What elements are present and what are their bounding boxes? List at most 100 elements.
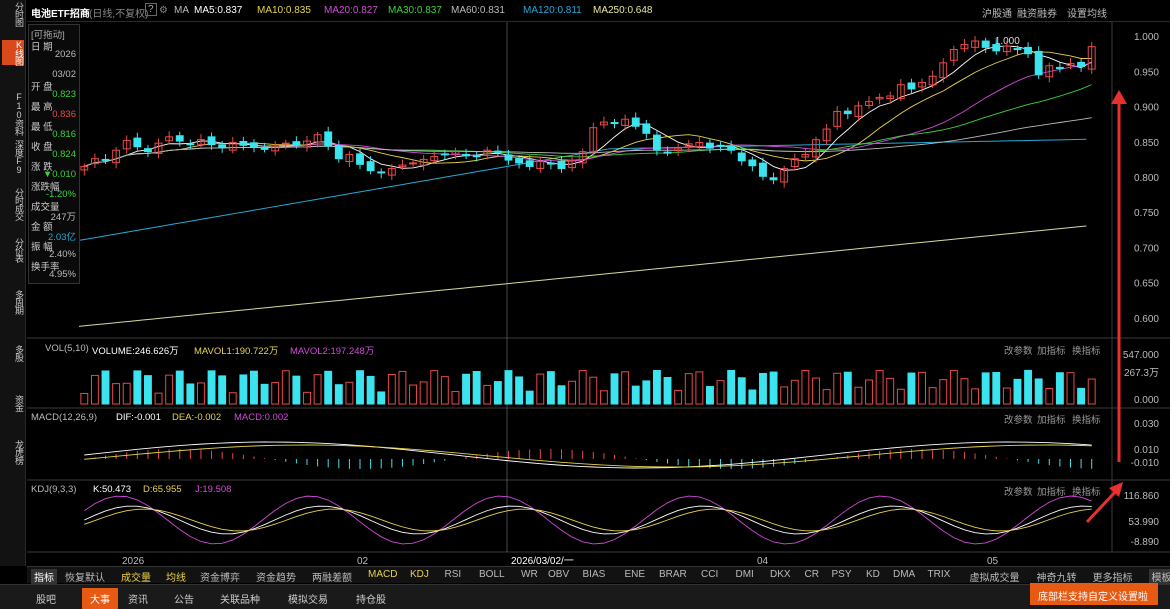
indicator-tab[interactable]: BOLL — [479, 569, 505, 580]
candle — [377, 171, 386, 174]
footer-tab[interactable]: 模拟交易 — [288, 591, 328, 606]
nav-item-5[interactable]: 分价表 — [2, 238, 24, 262]
volume-bar — [1087, 378, 1096, 405]
volume-bar — [165, 374, 174, 405]
volume-bar — [759, 372, 767, 405]
volume-bar — [674, 389, 683, 405]
edit-params-button[interactable]: 改参数 — [1004, 343, 1033, 357]
nav-item-6[interactable]: 多周期 — [2, 290, 24, 314]
vol-value: VOLUME:246.626万 — [92, 346, 179, 357]
indicator-tab[interactable]: DKX — [770, 569, 791, 580]
j-value: J:19.508 — [195, 484, 232, 495]
volume-bar — [387, 373, 396, 405]
indicator-tab[interactable]: PSY — [832, 569, 852, 580]
nav-item-0[interactable]: 分时图 — [2, 2, 24, 26]
nav-item-8[interactable]: 资金 — [2, 395, 24, 411]
candle — [143, 148, 152, 153]
info-label: 日 期 — [31, 42, 53, 53]
footer-tab[interactable]: 公告 — [174, 591, 194, 606]
volume-bar — [207, 370, 216, 405]
volume-bar — [197, 382, 205, 405]
add-indicator-button[interactable]: 加指标 — [1037, 484, 1066, 498]
indicator-tab[interactable]: BRAR — [659, 569, 687, 580]
indicator-tab[interactable]: KD — [866, 569, 880, 580]
ma20-line — [84, 62, 1092, 167]
edit-params-button[interactable]: 改参数 — [1004, 484, 1033, 498]
footer-tab[interactable]: 关联品种 — [220, 591, 260, 606]
indicator-tab[interactable]: 虚拟成交量 — [970, 569, 1020, 584]
indicator-tab[interactable]: CCI — [701, 569, 718, 580]
indicator-tab[interactable]: 更多指标 — [1093, 569, 1133, 584]
indicator-tab[interactable]: 指标 — [31, 569, 57, 584]
nav-item-9[interactable]: 龙虎榜 — [2, 440, 24, 464]
indicator-tab[interactable]: 均线 — [166, 569, 186, 584]
indicator-tab[interactable]: 恢复默认 — [65, 569, 105, 584]
indicator-tab[interactable]: 资金博弈 — [200, 569, 240, 584]
nav-item-2[interactable]: F10资料 — [2, 92, 24, 135]
volume-bar — [812, 377, 820, 405]
indicator-tab[interactable]: RSI — [445, 569, 462, 580]
candle — [546, 162, 555, 165]
candle — [642, 123, 651, 134]
indicator-tab[interactable]: DMA — [893, 569, 915, 580]
footer-bar: 股吧 大事 资讯 公告 关联品种 模拟交易 持仓股 — [0, 584, 1170, 609]
volume-bar — [366, 375, 375, 405]
info-value: 247万 — [50, 212, 76, 223]
footer-tab[interactable]: 资讯 — [128, 591, 148, 606]
volume-bar — [377, 391, 386, 405]
indicator-tab[interactable]: TRIX — [928, 569, 951, 580]
nav-item-7[interactable]: 多股 — [2, 345, 24, 361]
indicator-tab[interactable]: CR — [805, 569, 819, 580]
indicator-tab[interactable]: 资金趋势 — [256, 569, 296, 584]
volume-bar — [652, 370, 661, 405]
volume-bar — [472, 371, 481, 405]
edit-params-button[interactable]: 改参数 — [1004, 412, 1033, 426]
candle — [239, 140, 248, 146]
volume-bar — [1034, 378, 1043, 405]
indicator-tab[interactable]: 两融差额 — [312, 569, 352, 584]
switch-indicator-button[interactable]: 换指标 — [1072, 343, 1101, 357]
kdj-tick: 53.990 — [1128, 517, 1159, 528]
nav-item-4[interactable]: 分时成交 — [2, 188, 24, 220]
indicator-tab[interactable]: KDJ — [410, 569, 429, 580]
indicator-tab[interactable]: MACD — [368, 569, 397, 580]
candle — [366, 161, 375, 172]
nav-item-1[interactable]: K线图 — [2, 40, 24, 65]
volume-bar — [748, 389, 757, 405]
indicator-tab[interactable]: ENE — [625, 569, 646, 580]
candle — [472, 155, 481, 158]
custom-footer-toast[interactable]: 底部栏支持自定义设置啦 — [1030, 583, 1158, 605]
add-indicator-button[interactable]: 加指标 — [1037, 412, 1066, 426]
indicator-tab[interactable]: DMI — [736, 569, 754, 580]
info-label: 收 盘 — [31, 142, 53, 153]
volume-bar — [737, 377, 746, 405]
indicator-tab[interactable]: OBV — [548, 569, 569, 580]
volume-bar — [133, 370, 142, 405]
add-indicator-button[interactable]: 加指标 — [1037, 343, 1066, 357]
volume-bar — [228, 392, 237, 405]
volume-bar — [345, 381, 354, 405]
footer-tab[interactable]: 大事 — [82, 588, 118, 609]
footer-tab[interactable]: 持仓股 — [356, 591, 386, 606]
info-value: 0.824 — [52, 149, 76, 160]
k-line — [84, 505, 1092, 535]
info-value: 03/02 — [52, 69, 76, 80]
x-axis-label: 02 — [357, 556, 369, 566]
volume-bar — [1077, 387, 1086, 405]
candle — [1013, 48, 1022, 51]
indicator-tab[interactable]: 成交量 — [121, 569, 151, 584]
indicator-tab[interactable]: 模板 — [1148, 569, 1170, 584]
candle — [843, 110, 852, 115]
indicator-tab[interactable]: BIAS — [583, 569, 606, 580]
ma250-line — [78, 225, 1087, 327]
indicator-tab[interactable]: WR — [521, 569, 538, 580]
switch-indicator-button[interactable]: 换指标 — [1072, 412, 1101, 426]
ohlc-info-panel[interactable]: [可拖动] 日 期 2026 03/02 开 盘 0.823 最 高 0.836 最 低 0.81… — [28, 24, 80, 284]
info-label: 最 低 — [31, 122, 53, 133]
switch-indicator-button[interactable]: 换指标 — [1072, 484, 1101, 498]
indicator-tab[interactable]: 神奇九转 — [1037, 569, 1077, 584]
nav-item-3[interactable]: 深度F9 — [2, 140, 24, 174]
candle — [1034, 50, 1043, 76]
volume-bar — [483, 384, 492, 405]
footer-tab[interactable]: 股吧 — [36, 591, 56, 606]
